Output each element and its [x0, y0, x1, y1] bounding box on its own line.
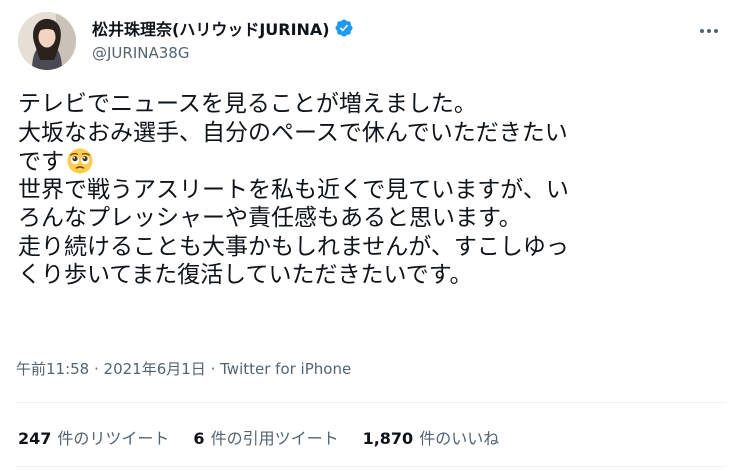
verified-badge-icon: [334, 18, 354, 38]
divider: [16, 466, 726, 467]
display-name-row: 松井珠理奈(ハリウッドJURINA): [92, 16, 652, 40]
author-handle[interactable]: @JURINA38G: [92, 44, 652, 62]
tweet-date[interactable]: 2021年6月1日: [104, 360, 206, 378]
tweet-line-text: です: [18, 149, 64, 175]
quotes-label: 件の引用ツイート: [210, 429, 339, 448]
tweet-line: ろんなプレッシャーや責任感もあると思います。: [18, 205, 522, 231]
display-name[interactable]: 松井珠理奈(ハリウッドJURINA): [92, 16, 330, 40]
retweets-stat[interactable]: 247 件のリツイート: [18, 425, 169, 449]
meta-separator: ·: [205, 360, 221, 378]
divider: [16, 402, 726, 403]
likes-label: 件のいいね: [419, 429, 500, 448]
tweet-line: 世界で戦うアスリートを私も近くで見ていますが、い: [18, 176, 569, 203]
tweet-header: 松井珠理奈(ハリウッドJURINA) @JURINA38G: [16, 10, 726, 74]
tweet-meta: 午前11:58 · 2021年6月1日 · Twitter for iPhone: [16, 358, 351, 379]
tweet-card: 松井珠理奈(ハリウッドJURINA) @JURINA38G テレビでニュースを見…: [0, 0, 742, 470]
likes-stat[interactable]: 1,870 件のいいね: [363, 425, 500, 449]
tweet-line: テレビでニュースを見ることが増えました。: [18, 91, 477, 117]
retweets-label: 件のリツイート: [57, 429, 170, 448]
tweet-source-link[interactable]: Twitter for iPhone: [220, 360, 351, 378]
quotes-count: 6: [193, 429, 205, 448]
more-options-icon[interactable]: [696, 18, 722, 44]
tweet-line: 大坂なおみ選手、自分のペースで休んでいただきたい: [18, 119, 568, 146]
tweet-line: 走り続けることも大事かもしれませんが、すこしゆっ: [18, 233, 569, 260]
quotes-stat[interactable]: 6 件の引用ツイート: [193, 425, 338, 449]
profile-photo-icon: [18, 12, 76, 70]
tweet-line: くり歩いてまた復活していただきたいです。: [18, 262, 473, 288]
tweet-body: テレビでニュースを見ることが増えました。 大坂なおみ選手、自分のペースで休んでい…: [18, 90, 728, 290]
avatar[interactable]: [18, 12, 76, 70]
tweet-line-with-emoji: です: [18, 147, 728, 176]
author-info: 松井珠理奈(ハリウッドJURINA) @JURINA38G: [92, 16, 652, 62]
tweet-time[interactable]: 午前11:58: [16, 360, 89, 378]
tweet-stats: 247 件のリツイート 6 件の引用ツイート 1,870 件のいいね: [18, 425, 523, 449]
pleading-face-emoji-icon: [66, 147, 94, 175]
retweets-count: 247: [18, 429, 52, 448]
likes-count: 1,870: [362, 429, 414, 448]
meta-separator: ·: [89, 360, 104, 378]
